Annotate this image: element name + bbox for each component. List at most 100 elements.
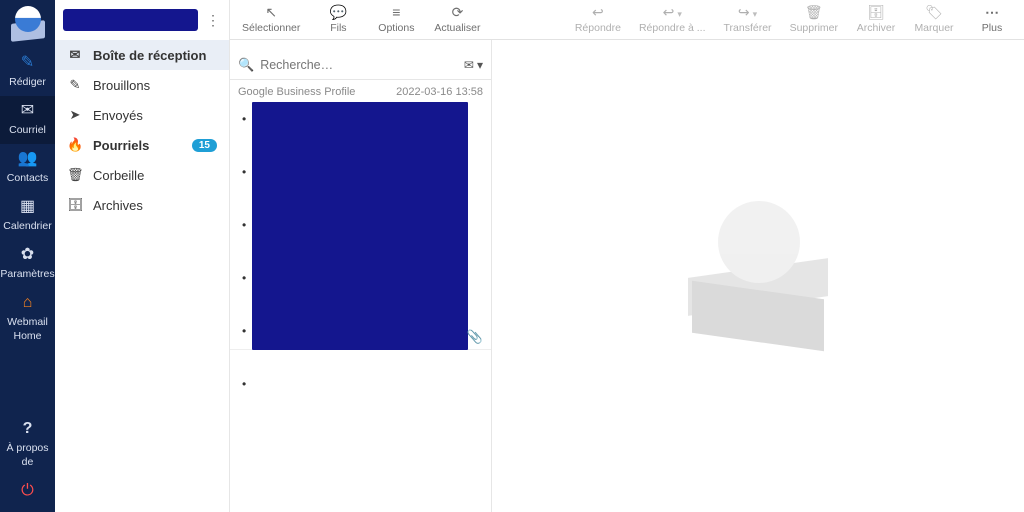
toolbar-label: Plus <box>982 22 1002 35</box>
nav-label: À propos de <box>6 442 48 468</box>
reply-icon: ↩ <box>592 4 604 20</box>
toolbar-label: Options <box>378 22 414 35</box>
drafts-icon: ✎ <box>67 77 83 93</box>
sent-icon: ➤ <box>67 107 83 123</box>
nav-label: Contacts <box>7 172 48 184</box>
search-row: 🔍 ✉ ▾ <box>230 50 491 80</box>
folder-spam[interactable]: 🔥 Pourriels 15 <box>55 130 229 160</box>
folder-trash[interactable]: 🗑 Corbeille <box>55 160 229 190</box>
reply-all-icon: ↩ <box>663 4 675 20</box>
toolbar-label: Actualiser <box>434 22 480 35</box>
threads-button[interactable]: 💬 Fils <box>318 4 358 35</box>
contacts-icon: 👥 <box>0 150 55 168</box>
mail-icon: ✉ <box>0 102 55 120</box>
sliders-icon: ≡ <box>392 4 400 20</box>
nav-label: Courriel <box>9 124 46 136</box>
folder-archive[interactable]: 🗄 Archives <box>55 190 229 220</box>
delete-button[interactable]: 🗑 Supprimer <box>790 4 838 35</box>
more-icon: ⋯ <box>985 4 999 20</box>
forward-button[interactable]: ↪▾ Transférer <box>724 4 772 35</box>
toolbar-label: Répondre <box>575 22 621 35</box>
account-selector[interactable] <box>63 9 198 31</box>
search-input[interactable] <box>260 58 458 72</box>
empty-placeholder-icon <box>678 201 838 351</box>
folder-label: Envoyés <box>93 108 143 123</box>
toolbar-label: Marquer <box>914 22 953 35</box>
folder-label: Pourriels <box>93 138 149 153</box>
help-icon: ? <box>0 420 55 438</box>
nav-calendar[interactable]: ▦ Calendrier <box>0 192 55 240</box>
nav-logout[interactable]: ⏻ <box>0 476 55 512</box>
tag-icon: 🏷 <box>925 4 943 20</box>
more-button[interactable]: ⋯ Plus <box>972 4 1012 35</box>
spam-icon: 🔥 <box>67 137 83 153</box>
refresh-icon: ⟳ <box>452 4 464 20</box>
trash-icon: 🗑 <box>67 167 83 183</box>
reading-pane <box>492 40 1024 512</box>
power-icon: ⏻ <box>0 482 55 500</box>
folder-label: Corbeille <box>93 168 144 183</box>
trash-icon: 🗑 <box>805 4 823 20</box>
folder-label: Archives <box>93 198 143 213</box>
nav-label: Rédiger <box>9 76 46 88</box>
forward-icon: ↪ <box>738 4 750 20</box>
archive-icon: 🗄 <box>867 4 885 20</box>
message-list-pane: 🔍 ✉ ▾ Google Business Profile <box>230 40 492 512</box>
toolbar-label: Supprimer <box>790 22 838 35</box>
attachment-icon: 📎 <box>467 329 483 345</box>
nav-mail[interactable]: ✉ Courriel <box>0 96 55 144</box>
folder-inbox[interactable]: ✉ Boîte de réception <box>55 40 229 70</box>
message-bullets: •••••• <box>242 112 246 391</box>
options-button[interactable]: ≡ Options <box>376 4 416 35</box>
message-item[interactable]: Google Business Profile 2022-03-16 13:58… <box>230 80 491 350</box>
nav-about[interactable]: ? À propos de <box>0 414 55 476</box>
nav-settings[interactable]: ✿ Paramètres <box>0 240 55 288</box>
folder-label: Brouillons <box>93 78 150 93</box>
archive-icon: 🗄 <box>67 197 83 213</box>
account-menu-icon[interactable]: ⋮ <box>204 12 221 29</box>
reply-all-button[interactable]: ↩▾ Répondre à ... <box>639 4 706 35</box>
calendar-icon: ▦ <box>0 198 55 216</box>
folders-pane: ⋮ ✉ Boîte de réception ✎ Brouillons ➤ En… <box>55 0 230 512</box>
search-scope-dropdown[interactable]: ✉ ▾ <box>464 58 483 72</box>
toolbar-label: Archiver <box>857 22 896 35</box>
cursor-icon: ↖ <box>265 4 277 20</box>
nav-label: Calendrier <box>3 220 51 232</box>
chevron-down-icon: ▾ <box>477 58 483 72</box>
left-nav: ✎ Rédiger ✉ Courriel 👥 Contacts ▦ Calend… <box>0 0 55 512</box>
message-from: Google Business Profile <box>238 86 355 98</box>
account-bar: ⋮ <box>55 0 229 40</box>
nav-contacts[interactable]: 👥 Contacts <box>0 144 55 192</box>
toolbar-label: Sélectionner <box>242 22 300 35</box>
nav-webmail-home[interactable]: ⌂ Webmail Home <box>0 288 55 350</box>
toolbar-left: ↖ Sélectionner 💬 Fils ≡ Options ⟳ <box>242 4 480 35</box>
compose-icon: ✎ <box>0 54 55 72</box>
threads-icon: 💬 <box>330 4 347 20</box>
select-button[interactable]: ↖ Sélectionner <box>242 4 300 35</box>
toolbar-label: Fils <box>330 22 346 35</box>
nav-label: Paramètres <box>0 268 54 280</box>
nav-label: Webmail Home <box>7 316 48 342</box>
chevron-down-icon: ▾ <box>677 9 682 19</box>
reply-button[interactable]: ↩ Répondre <box>575 4 621 35</box>
message-list[interactable]: Google Business Profile 2022-03-16 13:58… <box>230 80 491 512</box>
refresh-button[interactable]: ⟳ Actualiser <box>434 4 480 35</box>
toolbar-label: Répondre à ... <box>639 22 706 35</box>
toolbar: ↖ Sélectionner 💬 Fils ≡ Options ⟳ <box>230 0 1024 40</box>
envelope-icon: ✉ <box>464 58 474 72</box>
folder-label: Boîte de réception <box>93 48 206 63</box>
brand-logo <box>11 6 45 40</box>
toolbar-right: ↩ Répondre ↩▾ Répondre à ... ↪▾ Transfér… <box>575 4 1012 35</box>
mark-button[interactable]: 🏷 Marquer <box>914 4 954 35</box>
archive-button[interactable]: 🗄 Archiver <box>856 4 896 35</box>
folder-drafts[interactable]: ✎ Brouillons <box>55 70 229 100</box>
folder-sent[interactable]: ➤ Envoyés <box>55 100 229 130</box>
gear-icon: ✿ <box>0 246 55 264</box>
nav-compose[interactable]: ✎ Rédiger <box>0 48 55 96</box>
inbox-icon: ✉ <box>67 47 83 63</box>
folder-badge: 15 <box>192 139 217 152</box>
search-icon: 🔍 <box>238 57 254 73</box>
message-time: 2022-03-16 13:58 <box>396 86 483 98</box>
redacted-content <box>252 102 468 350</box>
toolbar-label: Transférer <box>724 22 772 35</box>
